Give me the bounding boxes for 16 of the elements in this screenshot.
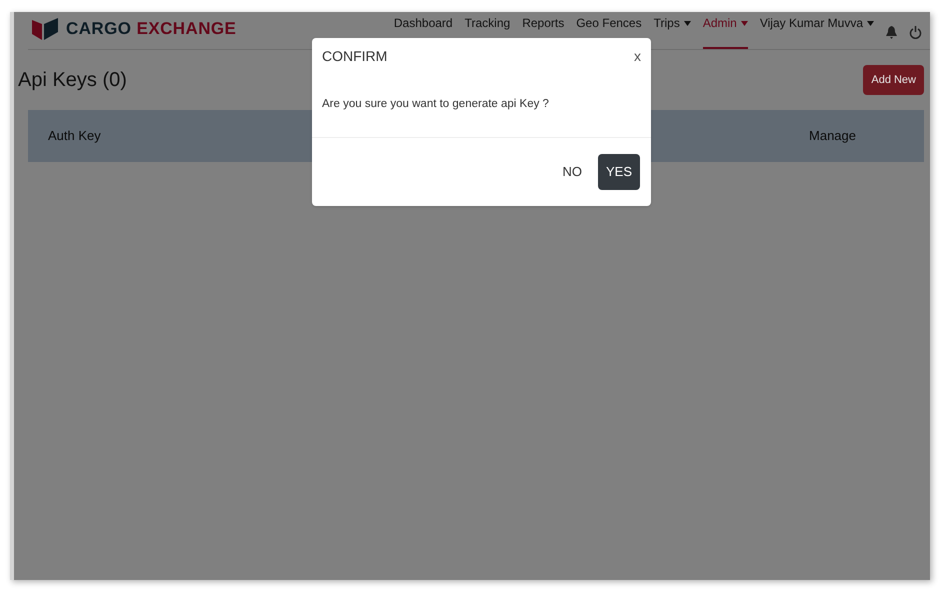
- yes-button[interactable]: YES: [598, 154, 640, 190]
- add-new-button[interactable]: Add New: [863, 64, 924, 96]
- bell-icon[interactable]: [886, 26, 897, 39]
- logo-icon: [32, 18, 58, 40]
- column-header: Manage: [809, 127, 856, 146]
- no-button[interactable]: NO: [558, 154, 586, 190]
- column-header: Auth Key: [48, 127, 101, 146]
- power-icon[interactable]: [909, 26, 922, 39]
- dialog-title: CONFIRM: [322, 46, 388, 66]
- close-button[interactable]: x: [634, 46, 641, 66]
- nav-link[interactable]: Trips: [654, 16, 691, 49]
- brand-name: CARGO EXCHANGE: [66, 18, 236, 40]
- dialog-message: Are you sure you want to generate api Key ?: [322, 96, 549, 112]
- nav-link[interactable]: Vijay Kumar Muvva: [760, 16, 874, 49]
- page-title: Api Keys (0): [18, 68, 127, 93]
- nav-link[interactable]: Admin: [702, 16, 748, 49]
